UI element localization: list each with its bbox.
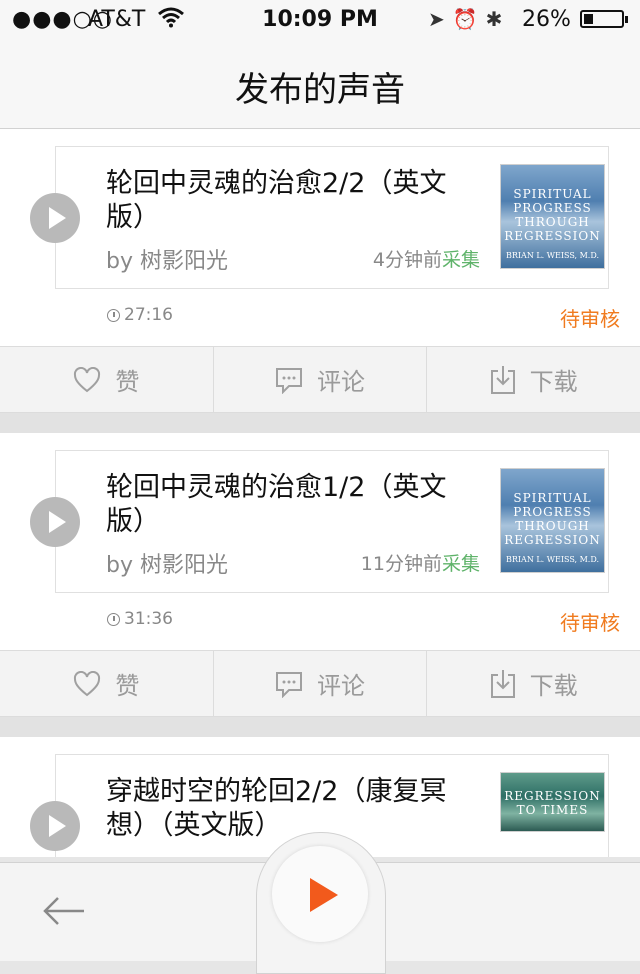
sound-title: 轮回中灵魂的治愈2/2（英文版） — [106, 168, 447, 233]
like-button[interactable]: 赞 — [0, 347, 214, 412]
heart-icon — [74, 670, 101, 696]
album-cover[interactable]: SPIRITUAL PROGRESS THROUGH REGRESSION BR… — [500, 468, 605, 573]
cover-title: SPIRITUAL PROGRESS THROUGH REGRESSION — [504, 491, 601, 547]
download-button[interactable]: 下载 — [427, 347, 640, 412]
time-ago-wrap: 11分钟前采集 — [361, 549, 480, 576]
sound-feed[interactable]: 轮回中灵魂的治愈2/2（英文版） by 树影阳光 4分钟前采集 SPIRITUA… — [0, 129, 640, 857]
duration: 27:16 — [107, 305, 173, 325]
sound-post: 轮回中灵魂的治愈1/2（英文版） by 树影阳光 11分钟前采集 SPIRITU… — [0, 433, 640, 717]
like-button[interactable]: 赞 — [0, 651, 214, 716]
back-button[interactable] — [42, 895, 86, 927]
download-button[interactable]: 下载 — [427, 651, 640, 716]
comment-button[interactable]: 评论 — [214, 651, 428, 716]
comment-icon — [276, 367, 302, 394]
action-bar: 赞 评论 下载 — [0, 650, 640, 717]
duration-value: 27:16 — [124, 305, 173, 325]
cover-title: SPIRITUAL PROGRESS THROUGH REGRESSION — [504, 187, 601, 243]
album-cover[interactable]: SPIRITUAL PROGRESS THROUGH REGRESSION BR… — [500, 164, 605, 269]
sound-card[interactable]: 轮回中灵魂的治愈2/2（英文版） by 树影阳光 4分钟前采集 SPIRITUA… — [55, 146, 609, 289]
heart-icon — [74, 366, 101, 392]
comment-icon — [276, 671, 302, 698]
collect-link[interactable]: 采集 — [442, 553, 480, 575]
sound-post: 轮回中灵魂的治愈2/2（英文版） by 树影阳光 4分钟前采集 SPIRITUA… — [0, 129, 640, 413]
download-label: 下载 — [529, 672, 578, 700]
battery-percent: 26% — [522, 7, 571, 32]
comment-label: 评论 — [317, 672, 365, 700]
action-bar: 赞 评论 下载 — [0, 346, 640, 413]
battery-icon — [580, 10, 628, 28]
now-playing-button[interactable] — [272, 846, 368, 942]
page-title: 发布的声音 — [235, 70, 405, 110]
sound-title: 轮回中灵魂的治愈1/2（英文版） — [106, 472, 447, 537]
divider — [0, 413, 640, 433]
cover-author: BRIAN L. WEISS, M.D. — [505, 555, 600, 564]
comment-button[interactable]: 评论 — [214, 347, 428, 412]
download-icon — [490, 365, 515, 394]
comment-label: 评论 — [317, 368, 365, 396]
time-ago: 11分钟前 — [360, 553, 442, 575]
bluetooth-icon: ✱ — [485, 7, 511, 31]
cover-author: BRIAN L. WEISS, M.D. — [505, 251, 600, 260]
sound-author: by 树影阳光 — [106, 553, 228, 578]
download-label: 下载 — [529, 368, 578, 396]
status-badge: 待审核 — [560, 307, 620, 331]
cover-title: REGRESSION TO TIMES — [504, 789, 601, 817]
time-ago: 4分钟前 — [372, 249, 442, 271]
status-badge: 待审核 — [560, 611, 620, 635]
like-label: 赞 — [115, 672, 140, 700]
status-bar: ●●●○○ AT&T 10:09 PM ➤⏰✱ 26% — [0, 0, 640, 40]
sound-author: by 树影阳光 — [106, 249, 228, 274]
duration: 31:36 — [107, 609, 173, 629]
back-arrow-icon — [43, 897, 84, 925]
clock-icon — [107, 309, 120, 322]
clock-icon — [107, 613, 120, 626]
play-button[interactable] — [30, 497, 80, 547]
collect-link[interactable]: 采集 — [442, 249, 480, 271]
sound-title: 穿越时空的轮回2/2（康复冥想）（英文版） — [106, 776, 447, 841]
sound-card[interactable]: 轮回中灵魂的治愈1/2（英文版） by 树影阳光 11分钟前采集 SPIRITU… — [55, 450, 609, 593]
status-icons: ➤⏰✱ — [428, 7, 510, 31]
album-cover[interactable]: REGRESSION TO TIMES — [500, 772, 605, 832]
nav-bar: 发布的声音 — [0, 40, 640, 129]
play-button[interactable] — [30, 193, 80, 243]
play-button[interactable] — [30, 801, 80, 851]
download-icon — [490, 669, 515, 698]
time-ago-wrap: 4分钟前采集 — [373, 245, 480, 272]
location-icon: ➤ — [428, 7, 453, 31]
like-label: 赞 — [115, 368, 140, 396]
duration-value: 31:36 — [124, 609, 173, 629]
alarm-icon: ⏰ — [452, 7, 486, 31]
divider — [0, 717, 640, 737]
